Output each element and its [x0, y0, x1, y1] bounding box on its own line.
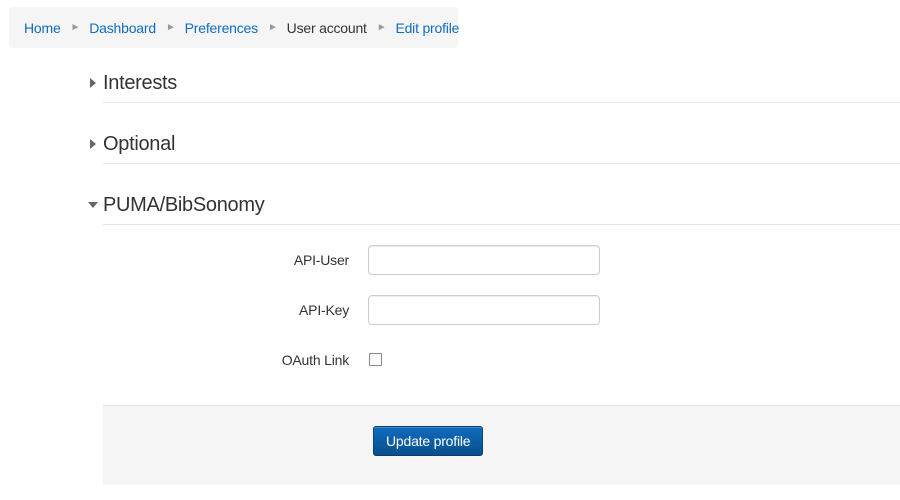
section-divider [103, 163, 900, 164]
section-header-optional[interactable]: Optional [87, 129, 900, 159]
breadcrumb-separator-icon: ► [376, 22, 387, 33]
breadcrumb-separator-icon: ► [165, 22, 176, 33]
expand-arrow-icon [87, 78, 103, 88]
collapse-arrow-icon [87, 202, 103, 208]
section-divider [103, 224, 900, 225]
section-divider [103, 102, 900, 103]
api-user-input[interactable] [368, 245, 600, 275]
breadcrumb-separator-icon: ► [267, 22, 278, 33]
edit-profile-page: Home ► Dashboard ► Preferences ► User ac… [0, 0, 900, 500]
section-header-interests[interactable]: Interests [87, 68, 900, 98]
breadcrumb-user-account: User account [286, 19, 367, 36]
oauth-link-checkbox[interactable] [369, 353, 382, 366]
breadcrumb-edit-profile[interactable]: Edit profile [395, 20, 459, 36]
section-title-interests: Interests [103, 71, 177, 94]
breadcrumb-dashboard[interactable]: Dashboard [89, 20, 156, 36]
api-key-input[interactable] [368, 295, 600, 325]
oauth-link-label: OAuth Link [281, 352, 349, 368]
breadcrumb: Home ► Dashboard ► Preferences ► User ac… [9, 7, 459, 48]
breadcrumb-separator-icon: ► [70, 22, 81, 33]
section-title-puma-bibsonomy: PUMA/BibSonomy [103, 193, 265, 216]
breadcrumb-home[interactable]: Home [24, 20, 61, 36]
update-profile-button[interactable]: Update profile [373, 426, 484, 456]
expand-arrow-icon [87, 139, 103, 149]
section-header-puma-bibsonomy[interactable]: PUMA/BibSonomy [87, 190, 900, 220]
section-title-optional: Optional [103, 132, 176, 155]
form-actions: Update profile [103, 405, 900, 485]
api-user-label: API-User [293, 252, 349, 268]
breadcrumb-preferences[interactable]: Preferences [185, 20, 258, 36]
api-key-label: API-Key [299, 302, 349, 318]
